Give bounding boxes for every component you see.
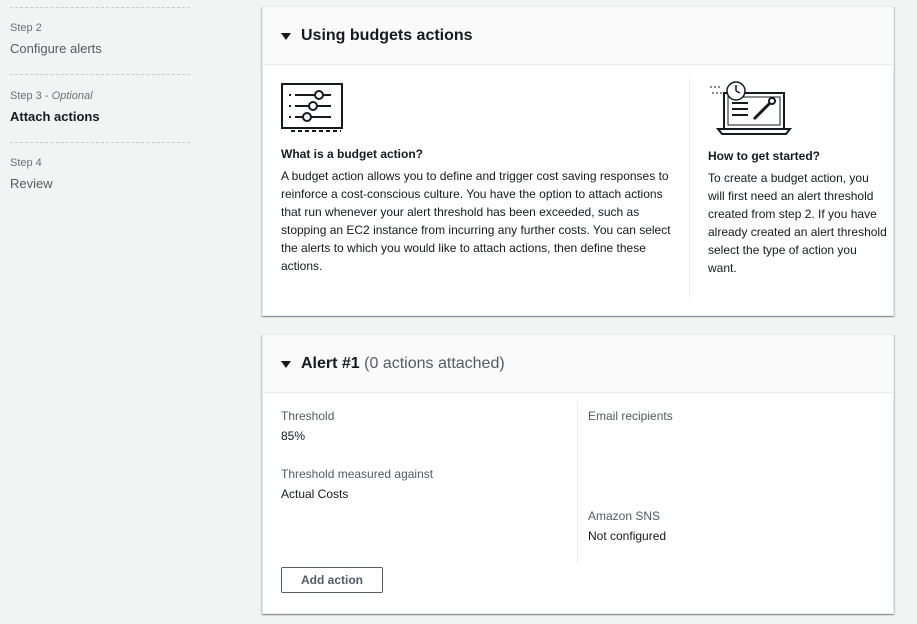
alert-title: Alert #1 (0 actions attached)	[301, 355, 505, 373]
sliders-icon	[281, 83, 345, 133]
alert-panel-header[interactable]: Alert #1 (0 actions attached)	[263, 335, 893, 393]
sns-field: Amazon SNS Not configured	[588, 509, 868, 543]
using-budget-actions-panel: Using budgets actions What is a budget a…	[262, 6, 894, 316]
what-is-heading: What is a budget action?	[281, 147, 424, 161]
threshold-field: Threshold 85%	[281, 409, 571, 443]
threshold-value: 85%	[281, 429, 306, 443]
step-caption: Step 3 - Optional	[10, 90, 93, 102]
caret-down-icon[interactable]	[281, 360, 291, 368]
notification-column: Email recipients Amazon SNS Not configur…	[577, 401, 868, 564]
how-to-start-heading: How to get started?	[708, 149, 821, 163]
optional-label: Optional	[51, 90, 93, 102]
how-to-start-text: To create a budget action, you will firs…	[708, 171, 887, 275]
add-action-button[interactable]: Add action	[281, 567, 383, 593]
step-title: Configure alerts	[10, 41, 102, 56]
alert-1-panel: Alert #1 (0 actions attached) Threshold …	[262, 334, 894, 614]
panel-title: Using budgets actions	[301, 26, 473, 44]
threshold-column: Threshold 85% Threshold measured against…	[281, 409, 571, 519]
measured-against-field: Threshold measured against Actual Costs	[281, 467, 571, 501]
sns-label: Amazon SNS	[588, 509, 661, 523]
step-caption-text: Step 3 -	[10, 90, 52, 102]
alert-subtitle: (0 actions attached)	[364, 354, 505, 372]
step-title: Review	[10, 176, 53, 191]
panel-header[interactable]: Using budgets actions	[263, 7, 893, 65]
step-divider	[10, 74, 190, 75]
panel-body: What is a budget action? A budget action…	[263, 65, 893, 315]
how-to-start-section: How to get started? To create a budget a…	[689, 79, 888, 297]
what-is-text: A budget action allows you to define and…	[281, 169, 671, 273]
step-caption: Step 2	[10, 22, 42, 34]
measured-against-value: Actual Costs	[281, 487, 349, 501]
step-divider	[10, 7, 190, 8]
alert-panel-body: Threshold 85% Threshold measured against…	[263, 393, 893, 613]
laptop-clock-icon	[708, 79, 798, 137]
alert-title-text: Alert #1	[301, 354, 360, 372]
what-is-section: What is a budget action? A budget action…	[281, 83, 676, 275]
caret-down-icon[interactable]	[281, 32, 291, 40]
measured-against-label: Threshold measured against	[281, 467, 434, 481]
sns-value: Not configured	[588, 529, 667, 543]
threshold-label: Threshold	[281, 409, 335, 423]
email-recipients-label: Email recipients	[588, 409, 673, 423]
step-caption: Step 4	[10, 157, 42, 169]
email-recipients-field: Email recipients	[588, 409, 868, 509]
step-divider	[10, 142, 190, 143]
step-title: Attach actions	[10, 109, 100, 124]
